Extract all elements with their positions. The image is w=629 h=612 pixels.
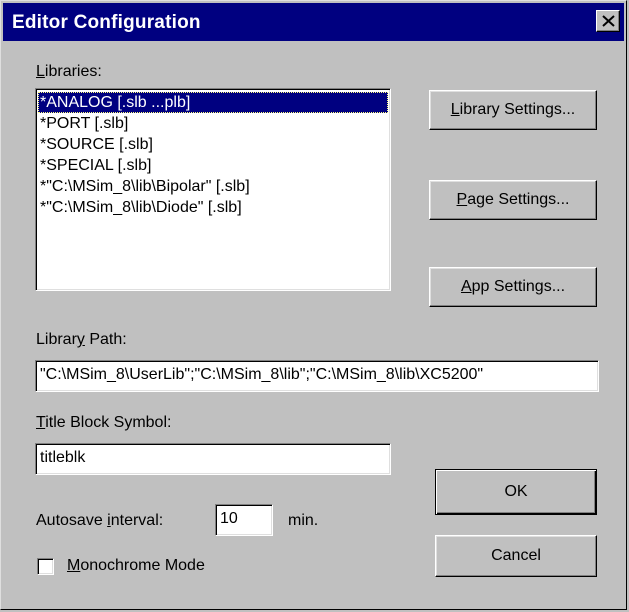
title-bar[interactable]: Editor Configuration	[3, 3, 624, 41]
dialog-title: Editor Configuration	[12, 12, 201, 33]
library-list-item[interactable]: *PORT [.slb]	[38, 113, 388, 134]
page-settings-button[interactable]: Page Settings...	[429, 180, 597, 220]
autosave-interval-input[interactable]: 10	[215, 504, 273, 536]
close-x-icon	[602, 15, 615, 27]
library-list-item[interactable]: *SOURCE [.slb]	[38, 134, 388, 155]
library-list-item[interactable]: *"C:\MSim_8\lib\Diode" [.slb]	[38, 197, 388, 218]
libraries-listbox[interactable]: *ANALOG [.slb ...plb] *PORT [.slb] *SOUR…	[35, 88, 391, 291]
title-block-symbol-input[interactable]: titleblk	[35, 443, 391, 475]
title-block-symbol-label: Title Block Symbol:	[36, 414, 172, 431]
monochrome-mode-checkbox[interactable]	[37, 558, 54, 575]
monochrome-mode-label[interactable]: Monochrome Mode	[67, 557, 205, 575]
autosave-unit-label: min.	[288, 512, 319, 529]
library-path-label: Library Path:	[36, 331, 127, 348]
ok-button[interactable]: OK	[435, 469, 597, 515]
close-button[interactable]	[596, 10, 620, 32]
library-settings-button[interactable]: Library Settings...	[429, 90, 597, 130]
library-list-item[interactable]: *"C:\MSim_8\lib\Bipolar" [.slb]	[38, 176, 388, 197]
autosave-interval-label: Autosave interval:	[36, 512, 164, 529]
library-path-input[interactable]: "C:\MSim_8\UserLib";"C:\MSim_8\lib";"C:\…	[35, 360, 599, 392]
library-list-item[interactable]: *SPECIAL [.slb]	[38, 155, 388, 176]
cancel-button[interactable]: Cancel	[435, 535, 597, 577]
app-settings-button[interactable]: App Settings...	[429, 267, 597, 307]
library-list-item[interactable]: *ANALOG [.slb ...plb]	[38, 92, 388, 113]
editor-configuration-dialog: Editor Configuration Libraries: *ANALOG …	[0, 0, 627, 610]
libraries-label: Libraries:	[36, 63, 102, 80]
